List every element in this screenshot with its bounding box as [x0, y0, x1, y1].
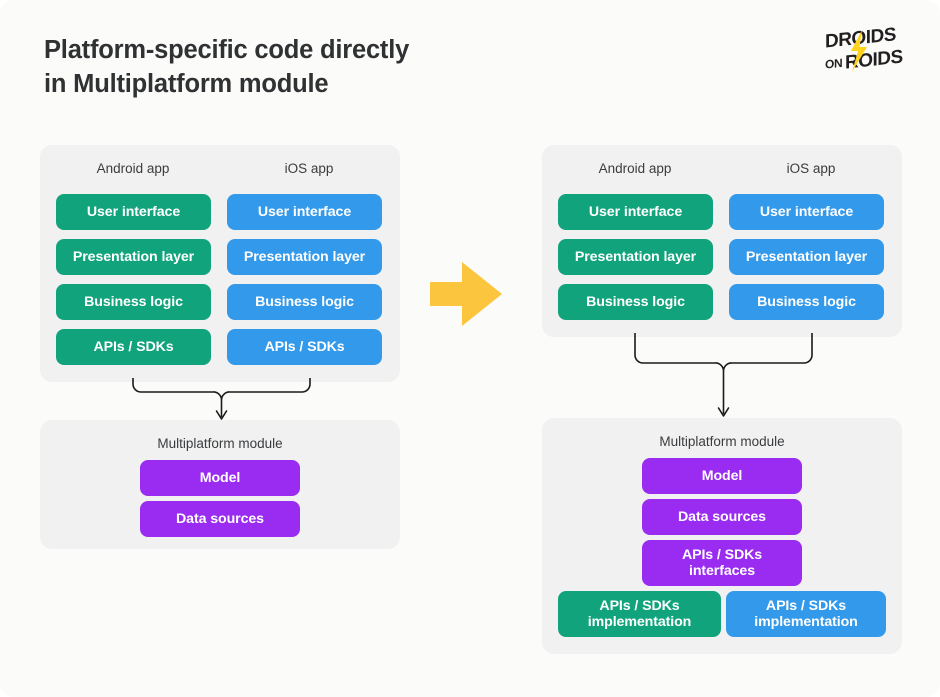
before-module-caption: Multiplatform module	[157, 436, 283, 451]
after-merge-connector	[626, 332, 821, 423]
after-apps-panel: Android app iOS app User interface Prese…	[542, 145, 902, 337]
before-android-caption: Android app	[96, 161, 170, 176]
page-title: Platform-specific code directly in Multi…	[44, 36, 410, 98]
before-ios-layer-apis-sdks[interactable]: APIs / SDKs	[227, 329, 382, 365]
before-android-layer-business-logic[interactable]: Business logic	[56, 284, 211, 320]
before-ios-caption: iOS app	[284, 161, 334, 176]
logo-artwork: DROIDS ON ROIDS	[825, 24, 903, 73]
after-shared-block-model[interactable]: Model	[642, 458, 802, 494]
after-platform-block-ios-apis-sdks-implementation[interactable]: APIs / SDKs implementation	[726, 591, 886, 637]
transition-arrow-icon	[430, 258, 510, 330]
after-ios-caption: iOS app	[786, 161, 836, 176]
after-ios-layer-presentation-layer[interactable]: Presentation layer	[729, 239, 884, 275]
before-module-panel: Multiplatform module Model Data sources	[40, 420, 400, 549]
after-shared-block-data-sources[interactable]: Data sources	[642, 499, 802, 535]
after-shared-block-apis-sdks-interfaces[interactable]: APIs / SDKs interfaces	[642, 540, 802, 586]
before-shared-block-model[interactable]: Model	[140, 460, 300, 496]
before-android-layer-user-interface[interactable]: User interface	[56, 194, 211, 230]
after-android-caption: Android app	[598, 161, 672, 176]
after-ios-layer-business-logic[interactable]: Business logic	[729, 284, 884, 320]
logo-text-on: ON	[825, 56, 842, 72]
before-merge-connector	[124, 377, 319, 424]
before-android-layer-apis-sdks[interactable]: APIs / SDKs	[56, 329, 211, 365]
after-android-layer-user-interface[interactable]: User interface	[558, 194, 713, 230]
after-platform-block-android-apis-sdks-implementation[interactable]: APIs / SDKs implementation	[558, 591, 721, 637]
before-android-layer-presentation-layer[interactable]: Presentation layer	[56, 239, 211, 275]
before-ios-layer-user-interface[interactable]: User interface	[227, 194, 382, 230]
after-android-layer-presentation-layer[interactable]: Presentation layer	[558, 239, 713, 275]
before-shared-block-data-sources[interactable]: Data sources	[140, 501, 300, 537]
before-apps-panel: Android app iOS app User interface Prese…	[40, 145, 400, 382]
diagram-canvas: Platform-specific code directly in Multi…	[0, 0, 940, 697]
after-module-caption: Multiplatform module	[659, 434, 785, 449]
after-android-layer-business-logic[interactable]: Business logic	[558, 284, 713, 320]
after-ios-layer-user-interface[interactable]: User interface	[729, 194, 884, 230]
droids-on-roids-logo: DROIDS ON ROIDS	[822, 24, 914, 76]
before-ios-layer-business-logic[interactable]: Business logic	[227, 284, 382, 320]
after-module-panel: Multiplatform module Model Data sources …	[542, 418, 902, 654]
before-ios-layer-presentation-layer[interactable]: Presentation layer	[227, 239, 382, 275]
